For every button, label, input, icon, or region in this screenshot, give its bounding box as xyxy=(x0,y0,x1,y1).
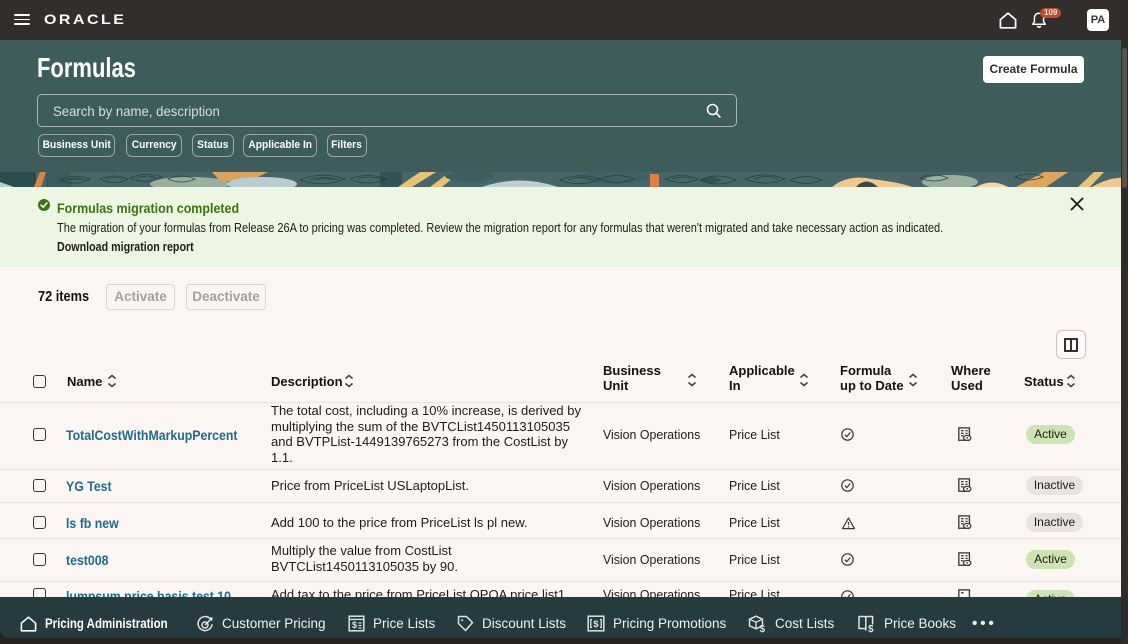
svg-text:$: $ xyxy=(593,619,599,630)
svg-text:$: $ xyxy=(868,624,874,633)
svg-text:$: $ xyxy=(760,624,766,633)
svg-text:$: $ xyxy=(352,620,357,630)
